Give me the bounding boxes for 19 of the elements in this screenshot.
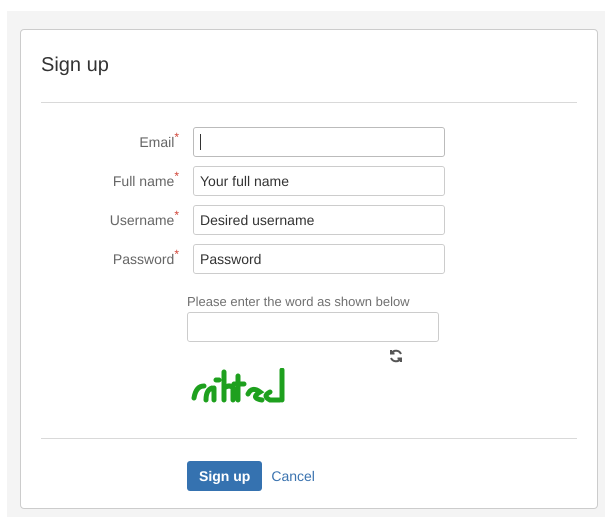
required-mark: * <box>174 170 179 180</box>
form-title: Sign up <box>41 53 110 78</box>
field-label: Email <box>139 132 174 152</box>
cancel-link[interactable]: Cancel <box>271 466 315 486</box>
captcha-prompt: Please enter the word as shown below <box>187 294 411 310</box>
field-label: Username <box>110 210 174 230</box>
input-field[interactable] <box>193 127 445 157</box>
refresh-icon[interactable] <box>388 348 404 364</box>
input-field[interactable] <box>187 312 439 342</box>
input-field[interactable]: Desired username <box>193 205 445 235</box>
required-mark: * <box>174 132 179 142</box>
required-mark: * <box>174 210 179 220</box>
required-mark: * <box>174 248 179 258</box>
sign-up-button[interactable]: Sign up <box>187 461 262 491</box>
input-field[interactable]: Your full name <box>193 166 445 196</box>
field-label: Full name <box>112 172 174 190</box>
input-field[interactable]: Password <box>193 244 445 274</box>
text-cursor-icon <box>200 134 201 150</box>
field-label: Password <box>112 250 174 268</box>
